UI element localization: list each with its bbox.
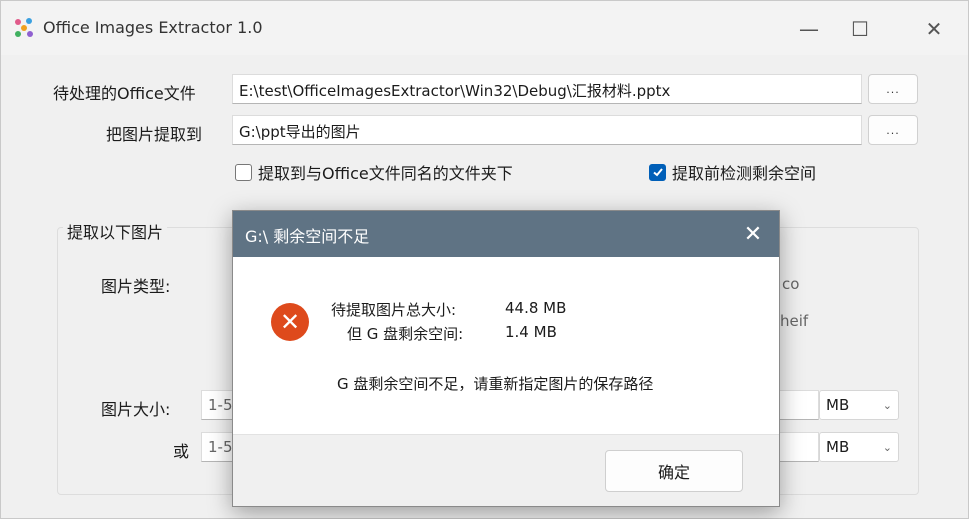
low-space-dialog: G:\ 剩余空间不足 ✕ ✕ 待提取图片总大小: 44.8 MB 但 G 盘剩余… xyxy=(232,210,780,507)
image-type-label: 图片类型: xyxy=(101,277,171,296)
maximize-button[interactable]: ☐ xyxy=(837,11,883,47)
chevron-down-icon: ⌄ xyxy=(882,398,892,412)
total-size-label: 待提取图片总大小: xyxy=(331,301,457,319)
or-size-unit-select[interactable]: MB ⌄ xyxy=(819,432,899,462)
dialog-title: G:\ 剩余空间不足 xyxy=(245,227,370,246)
same-folder-checkbox[interactable] xyxy=(235,163,252,181)
close-icon: ✕ xyxy=(925,17,943,41)
source-browse-button[interactable]: ... xyxy=(868,74,918,104)
app-logo-icon xyxy=(15,18,33,37)
dialog-title-bar: G:\ 剩余空间不足 ✕ xyxy=(233,211,779,257)
free-space-label: 但 G 盘剩余空间: xyxy=(347,325,464,343)
size-unit-value: MB xyxy=(826,396,850,414)
same-folder-label: 提取到与Office文件同名的文件夹下 xyxy=(258,164,513,183)
free-space-value: 1.4 MB xyxy=(505,323,557,341)
image-type-option-fragment: heif xyxy=(780,312,809,330)
size-unit-select[interactable]: MB ⌄ xyxy=(819,390,899,420)
or-size-input-end[interactable] xyxy=(779,432,819,462)
ok-button[interactable]: 确定 xyxy=(605,450,743,492)
minimize-icon: — xyxy=(799,17,819,41)
group-title: 提取以下图片 xyxy=(63,219,168,243)
dest-folder-label: 把图片提取到 xyxy=(106,125,203,144)
dialog-message: G 盘剩余空间不足，请重新指定图片的保存路径 xyxy=(337,375,654,393)
dest-browse-button[interactable]: ... xyxy=(868,115,918,145)
dialog-footer: 确定 xyxy=(233,434,779,506)
or-size-unit-value: MB xyxy=(826,438,850,456)
size-input-end[interactable] xyxy=(779,390,819,420)
error-icon: ✕ xyxy=(271,303,309,341)
or-label: 或 xyxy=(173,442,190,461)
dest-folder-input[interactable]: G:\ppt导出的图片 xyxy=(232,115,862,145)
chevron-down-icon: ⌄ xyxy=(882,440,892,454)
checkmark-icon xyxy=(652,168,663,177)
dialog-close-button[interactable]: ✕ xyxy=(735,215,771,253)
image-size-label: 图片大小: xyxy=(101,400,171,419)
total-size-value: 44.8 MB xyxy=(505,299,567,317)
minimize-button[interactable]: — xyxy=(786,11,832,47)
source-file-label: 待处理的Office文件 xyxy=(53,84,196,103)
title-bar: Office Images Extractor 1.0 — ☐ ✕ xyxy=(1,1,968,55)
check-space-checkbox[interactable] xyxy=(649,163,666,181)
check-space-option[interactable]: 提取前检测剩余空间 xyxy=(649,160,816,184)
check-space-label: 提取前检测剩余空间 xyxy=(672,164,817,183)
same-folder-option[interactable]: 提取到与Office文件同名的文件夹下 xyxy=(235,160,513,184)
maximize-icon: ☐ xyxy=(851,17,869,41)
window-title: Office Images Extractor 1.0 xyxy=(43,18,263,37)
close-icon: ✕ xyxy=(743,221,763,247)
close-button[interactable]: ✕ xyxy=(911,11,957,47)
image-type-option-fragment: co xyxy=(782,275,800,293)
source-file-input[interactable]: E:\test\OfficeImagesExtractor\Win32\Debu… xyxy=(232,74,862,104)
